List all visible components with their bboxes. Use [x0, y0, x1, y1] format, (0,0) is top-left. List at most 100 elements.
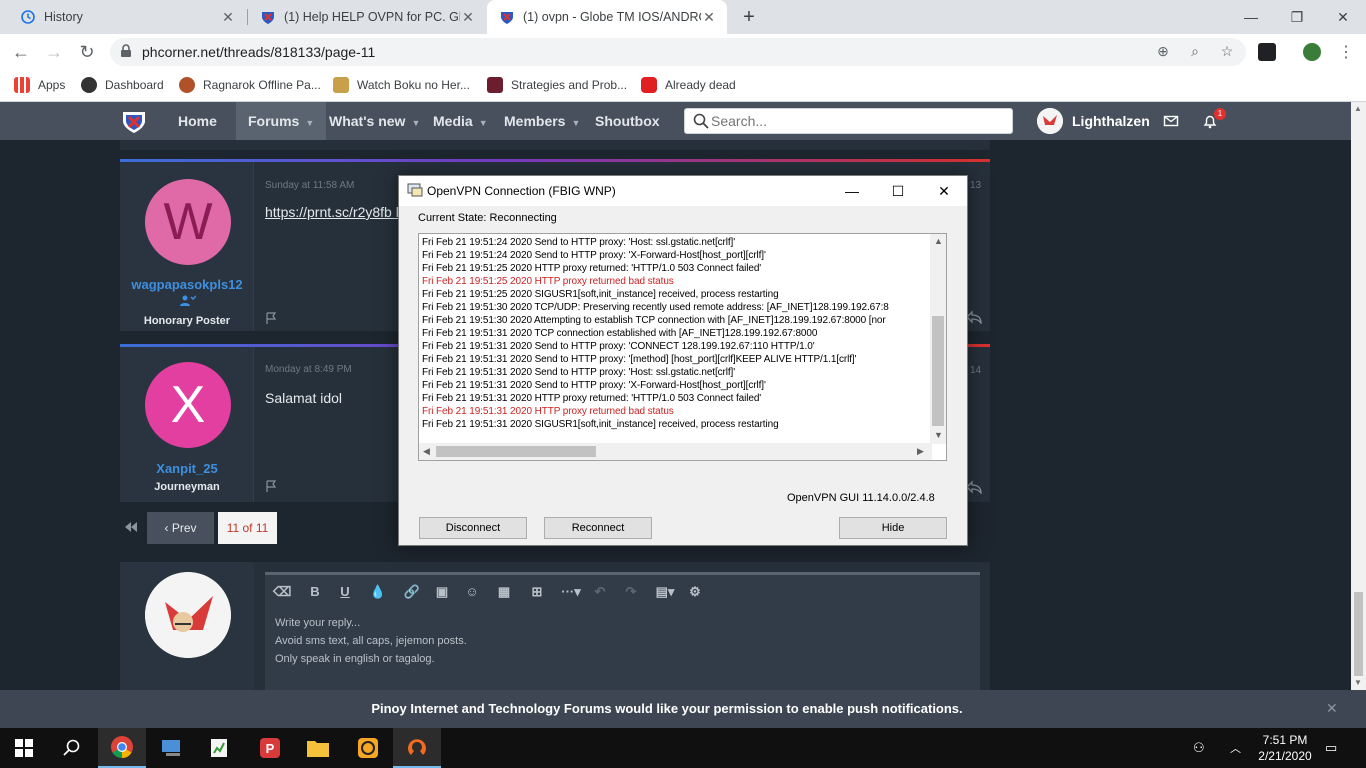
scroll-left-icon[interactable]: ◀	[423, 446, 430, 457]
dropdown-caret-icon[interactable]: ▼	[411, 118, 420, 128]
minimize-icon[interactable]: —	[829, 176, 875, 206]
windows-start-icon[interactable]	[0, 728, 48, 768]
tab-history[interactable]: History ✕	[8, 0, 246, 34]
first-page-icon[interactable]	[124, 521, 138, 536]
tab-help-ovpn[interactable]: (1) Help HELP OVPN for PC. Glob ✕	[248, 0, 486, 34]
people-icon[interactable]: ⚇	[1193, 740, 1205, 756]
openvpn-icon[interactable]	[393, 728, 441, 768]
scroll-up-icon[interactable]: ▲	[1354, 104, 1362, 113]
reply-editor[interactable]: ⌫ B U 💧 🔗 ▣ ☺ ▦ ⊞ ···▾ ↶ ↷ ▤▾ ⚙ Write yo…	[265, 572, 980, 692]
post-username[interactable]: wagpapasokpls12	[120, 277, 254, 292]
bookmark-already-dead[interactable]: Already dead	[641, 77, 736, 93]
eraser-icon[interactable]: ⌫	[273, 583, 291, 601]
settings-gear-icon[interactable]: ⚙	[686, 583, 704, 601]
url-text[interactable]: phcorner.net/threads/818133/page-11	[142, 44, 375, 60]
zoom-icon[interactable]: ⌕	[1186, 43, 1204, 61]
smiley-icon[interactable]: ☺	[463, 583, 481, 601]
scroll-thumb[interactable]	[1354, 592, 1363, 676]
link-icon[interactable]: 🔗	[403, 583, 421, 601]
gif-icon[interactable]: ▦	[495, 583, 513, 601]
nav-home[interactable]: Home	[178, 102, 217, 140]
scroll-right-icon[interactable]: ▶	[917, 446, 924, 457]
dropdown-caret-icon[interactable]: ▼	[571, 118, 580, 128]
log-textarea[interactable]: Fri Feb 21 19:51:24 2020 Send to HTTP pr…	[418, 233, 947, 461]
page-jump-button[interactable]: 11 of 11	[218, 512, 277, 544]
log-horizontal-scrollbar[interactable]: ◀ ▶	[419, 443, 932, 460]
file-explorer-icon[interactable]	[294, 728, 342, 768]
reply-icon[interactable]	[966, 480, 982, 497]
log-vertical-scrollbar[interactable]: ▲ ▼	[930, 234, 946, 444]
redo-icon[interactable]: ↷	[622, 583, 640, 601]
forward-icon[interactable]: →	[42, 40, 66, 64]
dropdown-caret-icon[interactable]: ▼	[479, 118, 488, 128]
reload-icon[interactable]: ↻	[75, 40, 99, 64]
reconnect-button[interactable]: Reconnect	[544, 517, 652, 539]
profile-avatar-icon[interactable]	[1303, 43, 1321, 61]
nav-media[interactable]: Media ▼	[433, 102, 488, 140]
install-icon[interactable]: ⊕	[1154, 43, 1172, 61]
report-flag-icon[interactable]	[265, 312, 277, 327]
image-icon[interactable]: ▣	[433, 583, 451, 601]
close-icon[interactable]: ✕	[921, 176, 967, 206]
hide-button[interactable]: Hide	[839, 517, 947, 539]
scroll-thumb[interactable]	[932, 316, 944, 426]
editor-icon[interactable]	[196, 728, 244, 768]
avatar[interactable]	[145, 572, 231, 658]
bookmark-dashboard[interactable]: Dashboard	[81, 77, 164, 93]
system-clock[interactable]: 7:51 PM 2/21/2020	[1255, 732, 1315, 764]
search-input[interactable]	[711, 112, 1001, 130]
user-avatar[interactable]	[1037, 108, 1063, 134]
more-options-icon[interactable]: ···▾	[557, 583, 585, 601]
tab-close-icon[interactable]: ✕	[460, 9, 476, 26]
restore-icon[interactable]: ❐	[1274, 0, 1320, 34]
lock-icon[interactable]	[120, 44, 132, 61]
avatar[interactable]: X	[145, 362, 231, 448]
underline-icon[interactable]: U	[336, 583, 354, 601]
post-username[interactable]: Xanpit_25	[120, 461, 254, 476]
bookmark-strategies[interactable]: Strategies and Prob...	[487, 77, 627, 93]
dialog-titlebar[interactable]: OpenVPN Connection (FBIG WNP) — ☐ ✕	[399, 176, 967, 206]
minimize-icon[interactable]: —	[1228, 0, 1274, 34]
scroll-down-icon[interactable]: ▼	[934, 430, 943, 440]
username-link[interactable]: Lighthalzen	[1072, 102, 1150, 140]
report-flag-icon[interactable]	[265, 480, 277, 495]
scroll-down-icon[interactable]: ▼	[1354, 678, 1362, 687]
chrome-menu-icon[interactable]: ⋮	[1334, 40, 1358, 64]
post-date[interactable]: Monday at 8:49 PM	[265, 364, 352, 375]
psiphon-alt-icon[interactable]	[344, 728, 392, 768]
prev-page-button[interactable]: ‹ Prev	[147, 512, 214, 544]
search-icon[interactable]	[48, 728, 96, 768]
avatar[interactable]: W	[145, 179, 231, 265]
address-bar[interactable]: phcorner.net/threads/818133/page-11 ⊕ ⌕ …	[110, 38, 1246, 66]
phcorner-logo[interactable]	[120, 107, 148, 135]
dropdown-caret-icon[interactable]: ▼	[305, 118, 314, 128]
show-hidden-icons-icon[interactable]: ︿	[1230, 740, 1241, 756]
psiphon-icon[interactable]: P	[246, 728, 294, 768]
maximize-icon[interactable]: ☐	[875, 176, 921, 206]
nav-forums[interactable]: Forums ▼	[236, 102, 327, 140]
extension-icon[interactable]	[1258, 43, 1276, 61]
tab-close-icon[interactable]: ✕	[701, 9, 717, 26]
new-tab-button[interactable]: +	[738, 6, 760, 28]
tab-ovpn-active[interactable]: (1) ovpn - Globe TM IOS/ANDRO ✕	[487, 0, 727, 34]
close-window-icon[interactable]: ✕	[1320, 0, 1366, 34]
nav-shoutbox[interactable]: Shoutbox	[595, 102, 660, 140]
nav-members[interactable]: Members ▼	[504, 102, 580, 140]
bold-icon[interactable]: B	[306, 583, 324, 601]
chrome-icon[interactable]	[98, 728, 146, 768]
nav-whats-new[interactable]: What's new ▼	[329, 102, 420, 140]
page-scrollbar[interactable]: ▲ ▼	[1351, 102, 1366, 690]
scroll-up-icon[interactable]: ▲	[934, 236, 943, 246]
tab-close-icon[interactable]: ✕	[220, 9, 236, 26]
forum-search-box[interactable]	[684, 108, 1013, 134]
reply-icon[interactable]	[966, 310, 982, 327]
post-number[interactable]: 13	[970, 180, 981, 191]
undo-icon[interactable]: ↶	[591, 583, 609, 601]
table-icon[interactable]: ⊞	[528, 583, 546, 601]
post-number[interactable]: 14	[970, 365, 981, 376]
back-icon[interactable]: ←	[9, 40, 33, 64]
bookmark-apps[interactable]: Apps	[14, 77, 65, 93]
text-color-icon[interactable]: 💧	[369, 583, 387, 601]
post-date[interactable]: Sunday at 11:58 AM	[265, 180, 354, 191]
bookmark-boku[interactable]: Watch Boku no Her...	[333, 77, 470, 93]
